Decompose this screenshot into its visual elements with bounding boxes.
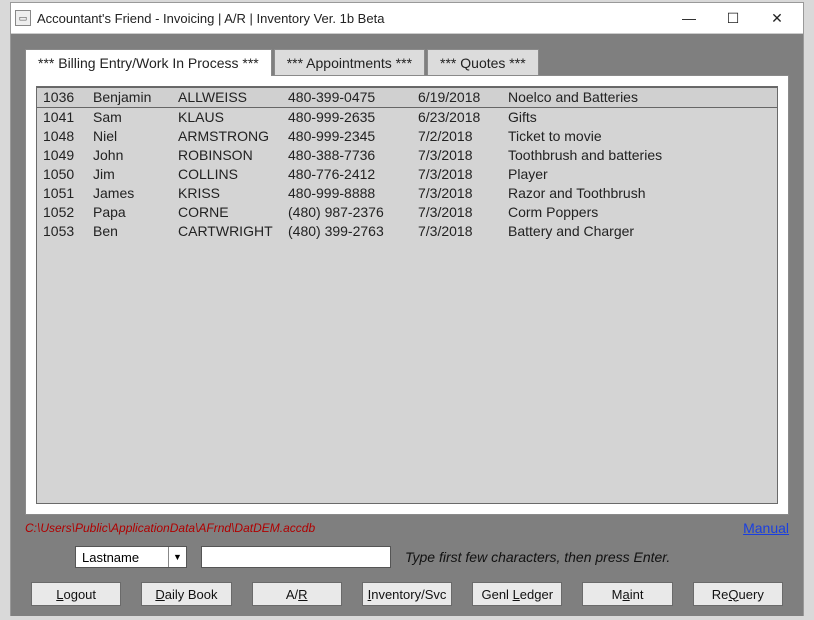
genl-ledger-button[interactable]: Genl Ledger: [472, 582, 562, 606]
cell-phone: 480-999-2635: [288, 108, 418, 127]
cell-desc: Player: [508, 165, 771, 184]
cell-date: 7/3/2018: [418, 165, 508, 184]
cell-first: Papa: [93, 203, 178, 222]
manual-link[interactable]: Manual: [743, 520, 789, 536]
chevron-down-icon[interactable]: ▼: [168, 547, 186, 567]
titlebar: ▭ Accountant's Friend - Invoicing | A/R …: [11, 3, 803, 34]
logout-button[interactable]: Logout: [31, 582, 121, 606]
table-row[interactable]: 1050JimCOLLINS480-776-24127/3/2018Player: [37, 165, 777, 184]
table-row[interactable]: 1049JohnROBINSON480-388-77367/3/2018Toot…: [37, 146, 777, 165]
table-row[interactable]: 1036BenjaminALLWEISS480-399-04756/19/201…: [37, 87, 777, 108]
cell-date: 7/3/2018: [418, 203, 508, 222]
cell-date: 6/19/2018: [418, 88, 508, 107]
tab-billing[interactable]: *** Billing Entry/Work In Process ***: [25, 49, 272, 76]
cell-id: 1050: [43, 165, 93, 184]
requery-button[interactable]: ReQuery: [693, 582, 783, 606]
cell-first: Sam: [93, 108, 178, 127]
table-row[interactable]: 1048NielARMSTRONG480-999-23457/2/2018Tic…: [37, 127, 777, 146]
table-row[interactable]: 1041SamKLAUS480-999-26356/23/2018Gifts: [37, 108, 777, 127]
cell-phone: (480) 399-2763: [288, 222, 418, 241]
search-field-value: Lastname: [76, 550, 168, 565]
cell-last: CORNE: [178, 203, 288, 222]
search-row: Lastname ▼ Type first few characters, th…: [25, 546, 789, 568]
cell-desc: Razor and Toothbrush: [508, 184, 771, 203]
cell-desc: Ticket to movie: [508, 127, 771, 146]
cell-date: 7/2/2018: [418, 127, 508, 146]
cell-phone: 480-776-2412: [288, 165, 418, 184]
db-path: C:\Users\Public\ApplicationData\AFrnd\Da…: [25, 521, 315, 535]
tab-quotes[interactable]: *** Quotes ***: [427, 49, 539, 76]
form-icon: ▭: [15, 10, 31, 26]
status-line: C:\Users\Public\ApplicationData\AFrnd\Da…: [25, 520, 789, 536]
tab-appointments[interactable]: *** Appointments ***: [274, 49, 425, 76]
cell-id: 1048: [43, 127, 93, 146]
cell-desc: Noelco and Batteries: [508, 88, 771, 107]
minimize-button[interactable]: —: [667, 3, 711, 33]
daily-book-button[interactable]: Daily Book: [141, 582, 231, 606]
window-title: Accountant's Friend - Invoicing | A/R | …: [37, 11, 667, 26]
tab-panel: 1036BenjaminALLWEISS480-399-04756/19/201…: [25, 75, 789, 515]
cell-date: 7/3/2018: [418, 222, 508, 241]
cell-phone: 480-399-0475: [288, 88, 418, 107]
cell-last: KLAUS: [178, 108, 288, 127]
cell-phone: 480-999-8888: [288, 184, 418, 203]
cell-id: 1049: [43, 146, 93, 165]
cell-last: ARMSTRONG: [178, 127, 288, 146]
cell-id: 1036: [43, 88, 93, 107]
cell-first: Jim: [93, 165, 178, 184]
cell-date: 7/3/2018: [418, 146, 508, 165]
cell-desc: Battery and Charger: [508, 222, 771, 241]
cell-phone: 480-999-2345: [288, 127, 418, 146]
close-button[interactable]: ✕: [755, 3, 799, 33]
cell-id: 1051: [43, 184, 93, 203]
cell-first: James: [93, 184, 178, 203]
ar-button[interactable]: A/R: [252, 582, 342, 606]
client-area: *** Billing Entry/Work In Process *** **…: [11, 34, 803, 616]
maint-button[interactable]: Maint: [582, 582, 672, 606]
cell-last: ALLWEISS: [178, 88, 288, 107]
grid-body[interactable]: 1036BenjaminALLWEISS480-399-04756/19/201…: [37, 87, 777, 503]
inventory-button[interactable]: Inventory/Svc: [362, 582, 452, 606]
search-input[interactable]: [201, 546, 391, 568]
cell-last: COLLINS: [178, 165, 288, 184]
cell-id: 1052: [43, 203, 93, 222]
cell-phone: (480) 987-2376: [288, 203, 418, 222]
cell-phone: 480-388-7736: [288, 146, 418, 165]
cell-last: KRISS: [178, 184, 288, 203]
cell-last: CARTWRIGHT: [178, 222, 288, 241]
cell-first: Ben: [93, 222, 178, 241]
search-field-combo[interactable]: Lastname ▼: [75, 546, 187, 568]
cell-date: 6/23/2018: [418, 108, 508, 127]
data-grid[interactable]: 1036BenjaminALLWEISS480-399-04756/19/201…: [36, 86, 778, 504]
table-row[interactable]: 1053BenCARTWRIGHT(480) 399-27637/3/2018B…: [37, 222, 777, 241]
cell-desc: Corm Poppers: [508, 203, 771, 222]
tabs: *** Billing Entry/Work In Process *** **…: [25, 48, 789, 75]
cell-date: 7/3/2018: [418, 184, 508, 203]
cell-id: 1041: [43, 108, 93, 127]
cell-id: 1053: [43, 222, 93, 241]
button-row: Logout Daily Book A/R Inventory/Svc Genl…: [25, 582, 789, 606]
cell-first: Niel: [93, 127, 178, 146]
table-row[interactable]: 1052PapaCORNE(480) 987-23767/3/2018Corm …: [37, 203, 777, 222]
app-window: ▭ Accountant's Friend - Invoicing | A/R …: [10, 2, 804, 616]
cell-first: Benjamin: [93, 88, 178, 107]
cell-last: ROBINSON: [178, 146, 288, 165]
search-hint: Type first few characters, then press En…: [405, 549, 670, 565]
cell-desc: Toothbrush and batteries: [508, 146, 771, 165]
cell-desc: Gifts: [508, 108, 771, 127]
cell-first: John: [93, 146, 178, 165]
maximize-button[interactable]: ☐: [711, 3, 755, 33]
table-row[interactable]: 1051JamesKRISS480-999-88887/3/2018Razor …: [37, 184, 777, 203]
